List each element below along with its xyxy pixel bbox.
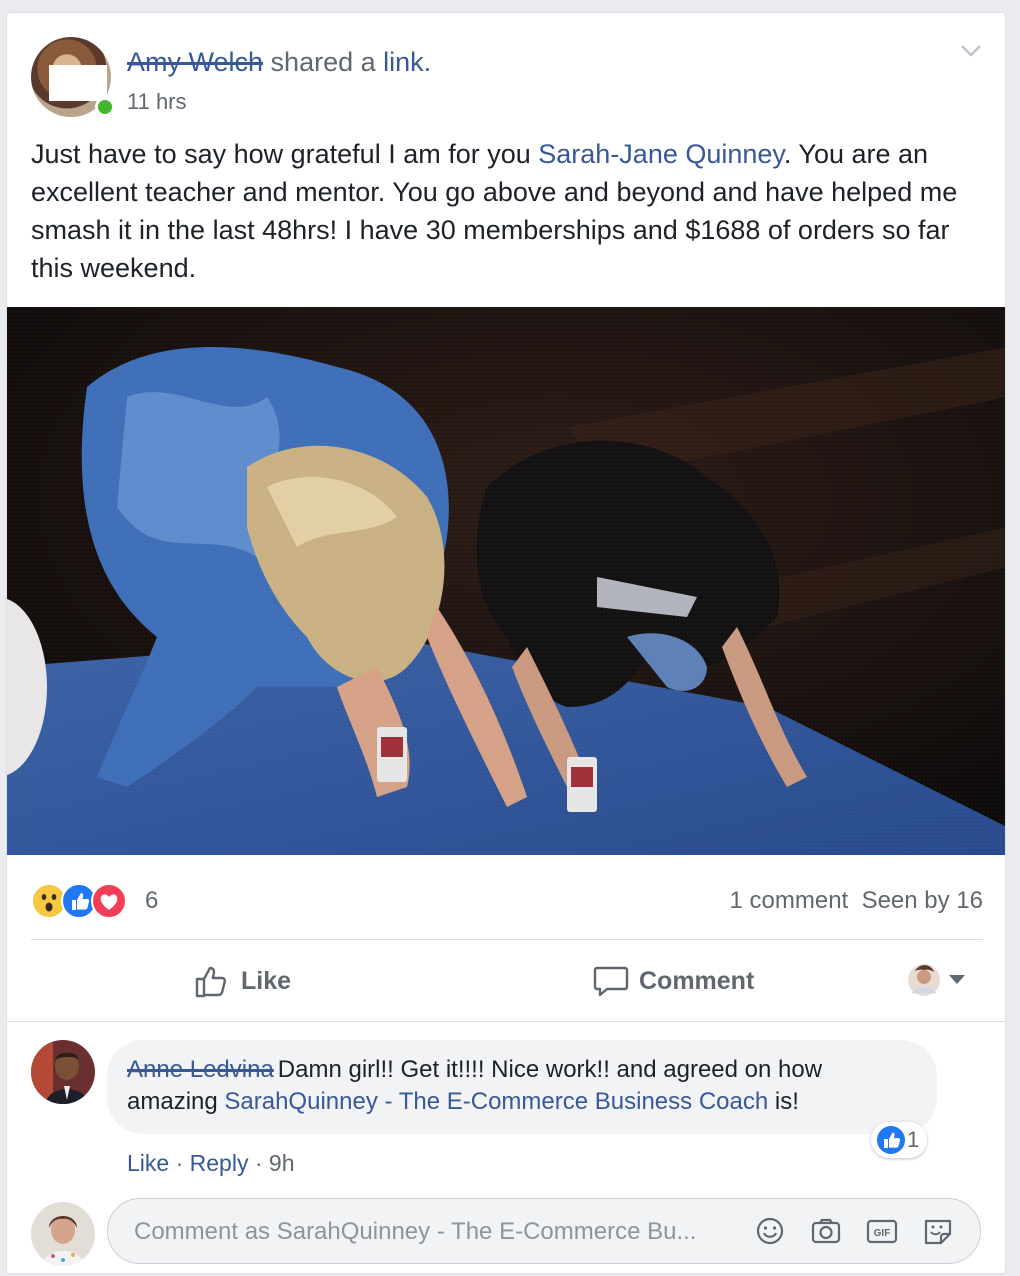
caret-down-icon [949, 975, 965, 984]
like-button-label: Like [241, 966, 292, 995]
selector-avatar [908, 964, 940, 996]
separator: · [175, 1150, 184, 1176]
comment-mention-link[interactable]: SarahQuinney - The E-Commerce Business C… [224, 1088, 768, 1115]
love-reaction-icon [91, 883, 127, 919]
sticker-icon[interactable] [920, 1213, 956, 1249]
comment-like-count: 1 [907, 1127, 920, 1152]
avatar-redaction [49, 65, 107, 101]
seen-by-link[interactable]: Seen by 16 [862, 887, 983, 914]
author-name[interactable]: Amy Welch [127, 47, 263, 77]
comment-reaction-badge[interactable]: 1 [871, 1122, 928, 1158]
separator: · [254, 1150, 263, 1176]
post-text-part: Just have to say how grateful I am for y… [31, 139, 539, 169]
commenter-name[interactable]: Anne Ledvina [127, 1056, 274, 1083]
commenter-avatar[interactable] [31, 1040, 95, 1104]
gif-icon[interactable]: GIF [864, 1213, 900, 1249]
stats-right: 1 comment Seen by 16 [730, 887, 984, 915]
camera-icon[interactable] [808, 1213, 844, 1249]
gif-illustration [7, 307, 1005, 855]
comment-actions: Like · Reply · 9h [127, 1150, 295, 1177]
comment-count-link[interactable]: 1 comment [730, 887, 849, 914]
svg-text:GIF: GIF [874, 1228, 891, 1239]
post-stats: 6 1 comment Seen by 16 [31, 879, 983, 923]
post-card: Amy Welch shared a link. 11 hrs Just hav… [6, 12, 1006, 1274]
comment-time[interactable]: 9h [269, 1150, 295, 1176]
comment-input[interactable] [132, 1213, 746, 1251]
stats-divider [31, 939, 983, 940]
comment-composer[interactable]: GIF [107, 1198, 981, 1264]
mention-link[interactable]: Sarah-Jane Quinney [538, 139, 784, 169]
comment-bubble-icon [593, 966, 629, 997]
like-button[interactable]: Like [193, 959, 291, 1003]
like-reaction-icon [877, 1126, 905, 1154]
chevron-down-icon[interactable] [959, 43, 983, 59]
post-as-selector[interactable] [907, 963, 971, 1002]
comment-like-link[interactable]: Like [127, 1150, 169, 1176]
comments-section: Anne Ledvina Damn girl!! Get it!!!! Nice … [7, 1021, 1005, 1273]
comment-button[interactable]: Comment [593, 959, 754, 1003]
comment-bubble: Anne Ledvina Damn girl!! Get it!!!! Nice … [107, 1040, 937, 1134]
online-status-dot [95, 97, 115, 117]
thumbs-up-icon [195, 966, 227, 998]
post-gif-media[interactable] [7, 307, 1005, 855]
shared-text: shared a [270, 47, 376, 77]
comment-reply-link[interactable]: Reply [190, 1150, 249, 1176]
comment-button-label: Comment [639, 966, 755, 995]
post-header-line: Amy Welch shared a link. [127, 47, 431, 78]
post-text: Just have to say how grateful I am for y… [31, 135, 981, 287]
shared-link[interactable]: link. [383, 47, 431, 77]
reaction-count: 6 [145, 887, 159, 914]
current-user-avatar[interactable] [31, 1202, 95, 1266]
comment-text-end: is! [768, 1088, 799, 1115]
post-time[interactable]: 11 hrs [127, 89, 187, 115]
emoji-icon[interactable] [752, 1213, 788, 1249]
